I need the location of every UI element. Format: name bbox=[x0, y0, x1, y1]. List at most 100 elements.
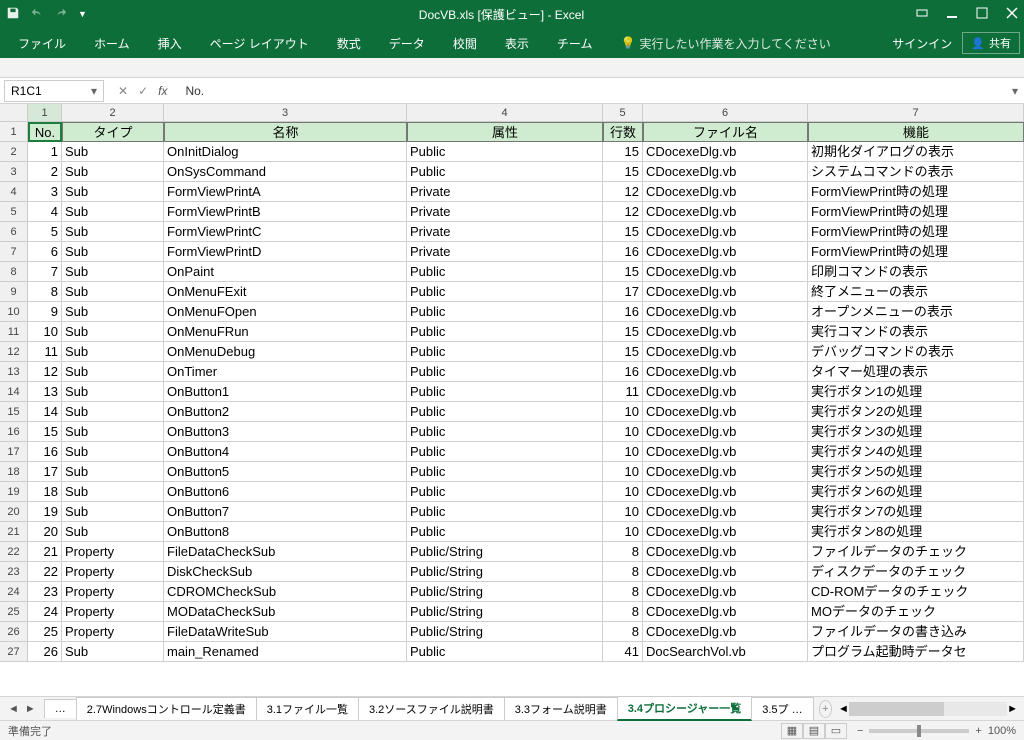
cell[interactable]: Sub bbox=[62, 182, 164, 202]
cell[interactable]: 10 bbox=[603, 462, 643, 482]
header-cell[interactable]: 行数 bbox=[603, 122, 643, 142]
tab-data[interactable]: データ bbox=[375, 28, 439, 58]
header-cell[interactable]: タイプ bbox=[62, 122, 164, 142]
tab-review[interactable]: 校閲 bbox=[439, 28, 491, 58]
cell[interactable]: 実行ボタン4の処理 bbox=[808, 442, 1024, 462]
cell[interactable]: 8 bbox=[603, 562, 643, 582]
row-header[interactable]: 4 bbox=[0, 182, 28, 202]
cell[interactable]: OnButton1 bbox=[164, 382, 407, 402]
cell[interactable]: CDocexeDlg.vb bbox=[643, 522, 808, 542]
cell[interactable]: Public bbox=[407, 162, 603, 182]
row-header[interactable]: 17 bbox=[0, 442, 28, 462]
cell[interactable]: Sub bbox=[62, 522, 164, 542]
undo-icon[interactable] bbox=[30, 6, 44, 23]
cell[interactable]: 10 bbox=[603, 522, 643, 542]
view-pagebreak-icon[interactable]: ▭ bbox=[825, 723, 847, 739]
cell[interactable]: 15 bbox=[603, 322, 643, 342]
view-layout-icon[interactable]: ▤ bbox=[803, 723, 825, 739]
cell[interactable]: CDocexeDlg.vb bbox=[643, 622, 808, 642]
cell[interactable]: 15 bbox=[603, 162, 643, 182]
cell[interactable]: Property bbox=[62, 622, 164, 642]
row-header[interactable]: 21 bbox=[0, 522, 28, 542]
cell[interactable]: CDROMCheckSub bbox=[164, 582, 407, 602]
cell[interactable]: Private bbox=[407, 182, 603, 202]
header-cell[interactable]: 名称 bbox=[164, 122, 407, 142]
row-header[interactable]: 10 bbox=[0, 302, 28, 322]
row-header[interactable]: 19 bbox=[0, 482, 28, 502]
cell[interactable]: 実行ボタン1の処理 bbox=[808, 382, 1024, 402]
name-box[interactable]: R1C1 ▾ bbox=[4, 80, 104, 102]
cell[interactable]: OnMenuFRun bbox=[164, 322, 407, 342]
spreadsheet-grid[interactable]: 1 2 3 4 5 6 7 1No.タイプ名称属性行数ファイル名機能21SubO… bbox=[0, 104, 1024, 696]
cell[interactable]: 41 bbox=[603, 642, 643, 662]
redo-icon[interactable] bbox=[54, 6, 68, 23]
add-sheet-button[interactable]: + bbox=[819, 700, 832, 718]
row-header[interactable]: 12 bbox=[0, 342, 28, 362]
zoom-in-button[interactable]: + bbox=[975, 725, 981, 737]
formula-expand-icon[interactable]: ▾ bbox=[1006, 84, 1024, 98]
cell[interactable]: DocSearchVol.vb bbox=[643, 642, 808, 662]
cell[interactable]: OnButton7 bbox=[164, 502, 407, 522]
cell[interactable]: ディスクデータのチェック bbox=[808, 562, 1024, 582]
cell[interactable]: Sub bbox=[62, 442, 164, 462]
col-header[interactable]: 3 bbox=[164, 104, 407, 121]
cell[interactable]: FormViewPrintA bbox=[164, 182, 407, 202]
header-cell[interactable]: 機能 bbox=[808, 122, 1024, 142]
cell[interactable]: 12 bbox=[28, 362, 62, 382]
cell[interactable]: CDocexeDlg.vb bbox=[643, 442, 808, 462]
cell[interactable]: Public/String bbox=[407, 562, 603, 582]
cell[interactable]: Sub bbox=[62, 302, 164, 322]
cell[interactable]: OnButton3 bbox=[164, 422, 407, 442]
cell[interactable]: Public bbox=[407, 322, 603, 342]
cell[interactable]: 13 bbox=[28, 382, 62, 402]
row-header[interactable]: 11 bbox=[0, 322, 28, 342]
cell[interactable]: CDocexeDlg.vb bbox=[643, 462, 808, 482]
tab-nav-prev-icon[interactable]: ◄ bbox=[8, 703, 19, 715]
cell[interactable]: FormViewPrintD bbox=[164, 242, 407, 262]
cell[interactable]: CDocexeDlg.vb bbox=[643, 282, 808, 302]
row-header[interactable]: 18 bbox=[0, 462, 28, 482]
tab-home[interactable]: ホーム bbox=[80, 28, 144, 58]
tab-formulas[interactable]: 数式 bbox=[323, 28, 375, 58]
row-header[interactable]: 22 bbox=[0, 542, 28, 562]
cell[interactable]: 16 bbox=[28, 442, 62, 462]
sheet-tab-more[interactable]: … bbox=[44, 699, 77, 718]
row-header[interactable]: 8 bbox=[0, 262, 28, 282]
cell[interactable]: MODataCheckSub bbox=[164, 602, 407, 622]
cell[interactable]: OnMenuDebug bbox=[164, 342, 407, 362]
cell[interactable]: 14 bbox=[28, 402, 62, 422]
qat-dropdown-icon[interactable]: ▼ bbox=[78, 9, 87, 19]
cell[interactable]: FormViewPrintB bbox=[164, 202, 407, 222]
cell[interactable]: CDocexeDlg.vb bbox=[643, 242, 808, 262]
sheet-tab[interactable]: 3.1ファイル一覧 bbox=[256, 697, 359, 720]
cell[interactable]: OnButton2 bbox=[164, 402, 407, 422]
cell[interactable]: CDocexeDlg.vb bbox=[643, 602, 808, 622]
cell[interactable]: Public bbox=[407, 482, 603, 502]
row-header[interactable]: 9 bbox=[0, 282, 28, 302]
cell[interactable]: Public/String bbox=[407, 542, 603, 562]
cell[interactable]: Sub bbox=[62, 322, 164, 342]
cell[interactable]: Property bbox=[62, 582, 164, 602]
cell[interactable]: Sub bbox=[62, 422, 164, 442]
cell[interactable]: CDocexeDlg.vb bbox=[643, 482, 808, 502]
cell[interactable]: 9 bbox=[28, 302, 62, 322]
cell[interactable]: 初期化ダイアログの表示 bbox=[808, 142, 1024, 162]
col-header[interactable]: 5 bbox=[603, 104, 643, 121]
cell[interactable]: Public bbox=[407, 362, 603, 382]
col-header[interactable]: 7 bbox=[808, 104, 1024, 121]
cell[interactable]: OnPaint bbox=[164, 262, 407, 282]
cell[interactable]: Sub bbox=[62, 282, 164, 302]
col-header[interactable]: 1 bbox=[28, 104, 62, 121]
cell[interactable]: CDocexeDlg.vb bbox=[643, 162, 808, 182]
cell[interactable]: 実行ボタン5の処理 bbox=[808, 462, 1024, 482]
row-header[interactable]: 26 bbox=[0, 622, 28, 642]
share-button[interactable]: 👤 共有 bbox=[962, 32, 1020, 54]
tab-file[interactable]: ファイル bbox=[4, 28, 80, 58]
cell[interactable]: オープンメニューの表示 bbox=[808, 302, 1024, 322]
cell[interactable]: 実行ボタン2の処理 bbox=[808, 402, 1024, 422]
cell[interactable]: 10 bbox=[603, 482, 643, 502]
cell[interactable]: FormViewPrintC bbox=[164, 222, 407, 242]
cell[interactable]: 10 bbox=[603, 422, 643, 442]
sheet-tab-active[interactable]: 3.4プロシージャー一覧 bbox=[617, 696, 753, 721]
cell[interactable]: Public bbox=[407, 522, 603, 542]
